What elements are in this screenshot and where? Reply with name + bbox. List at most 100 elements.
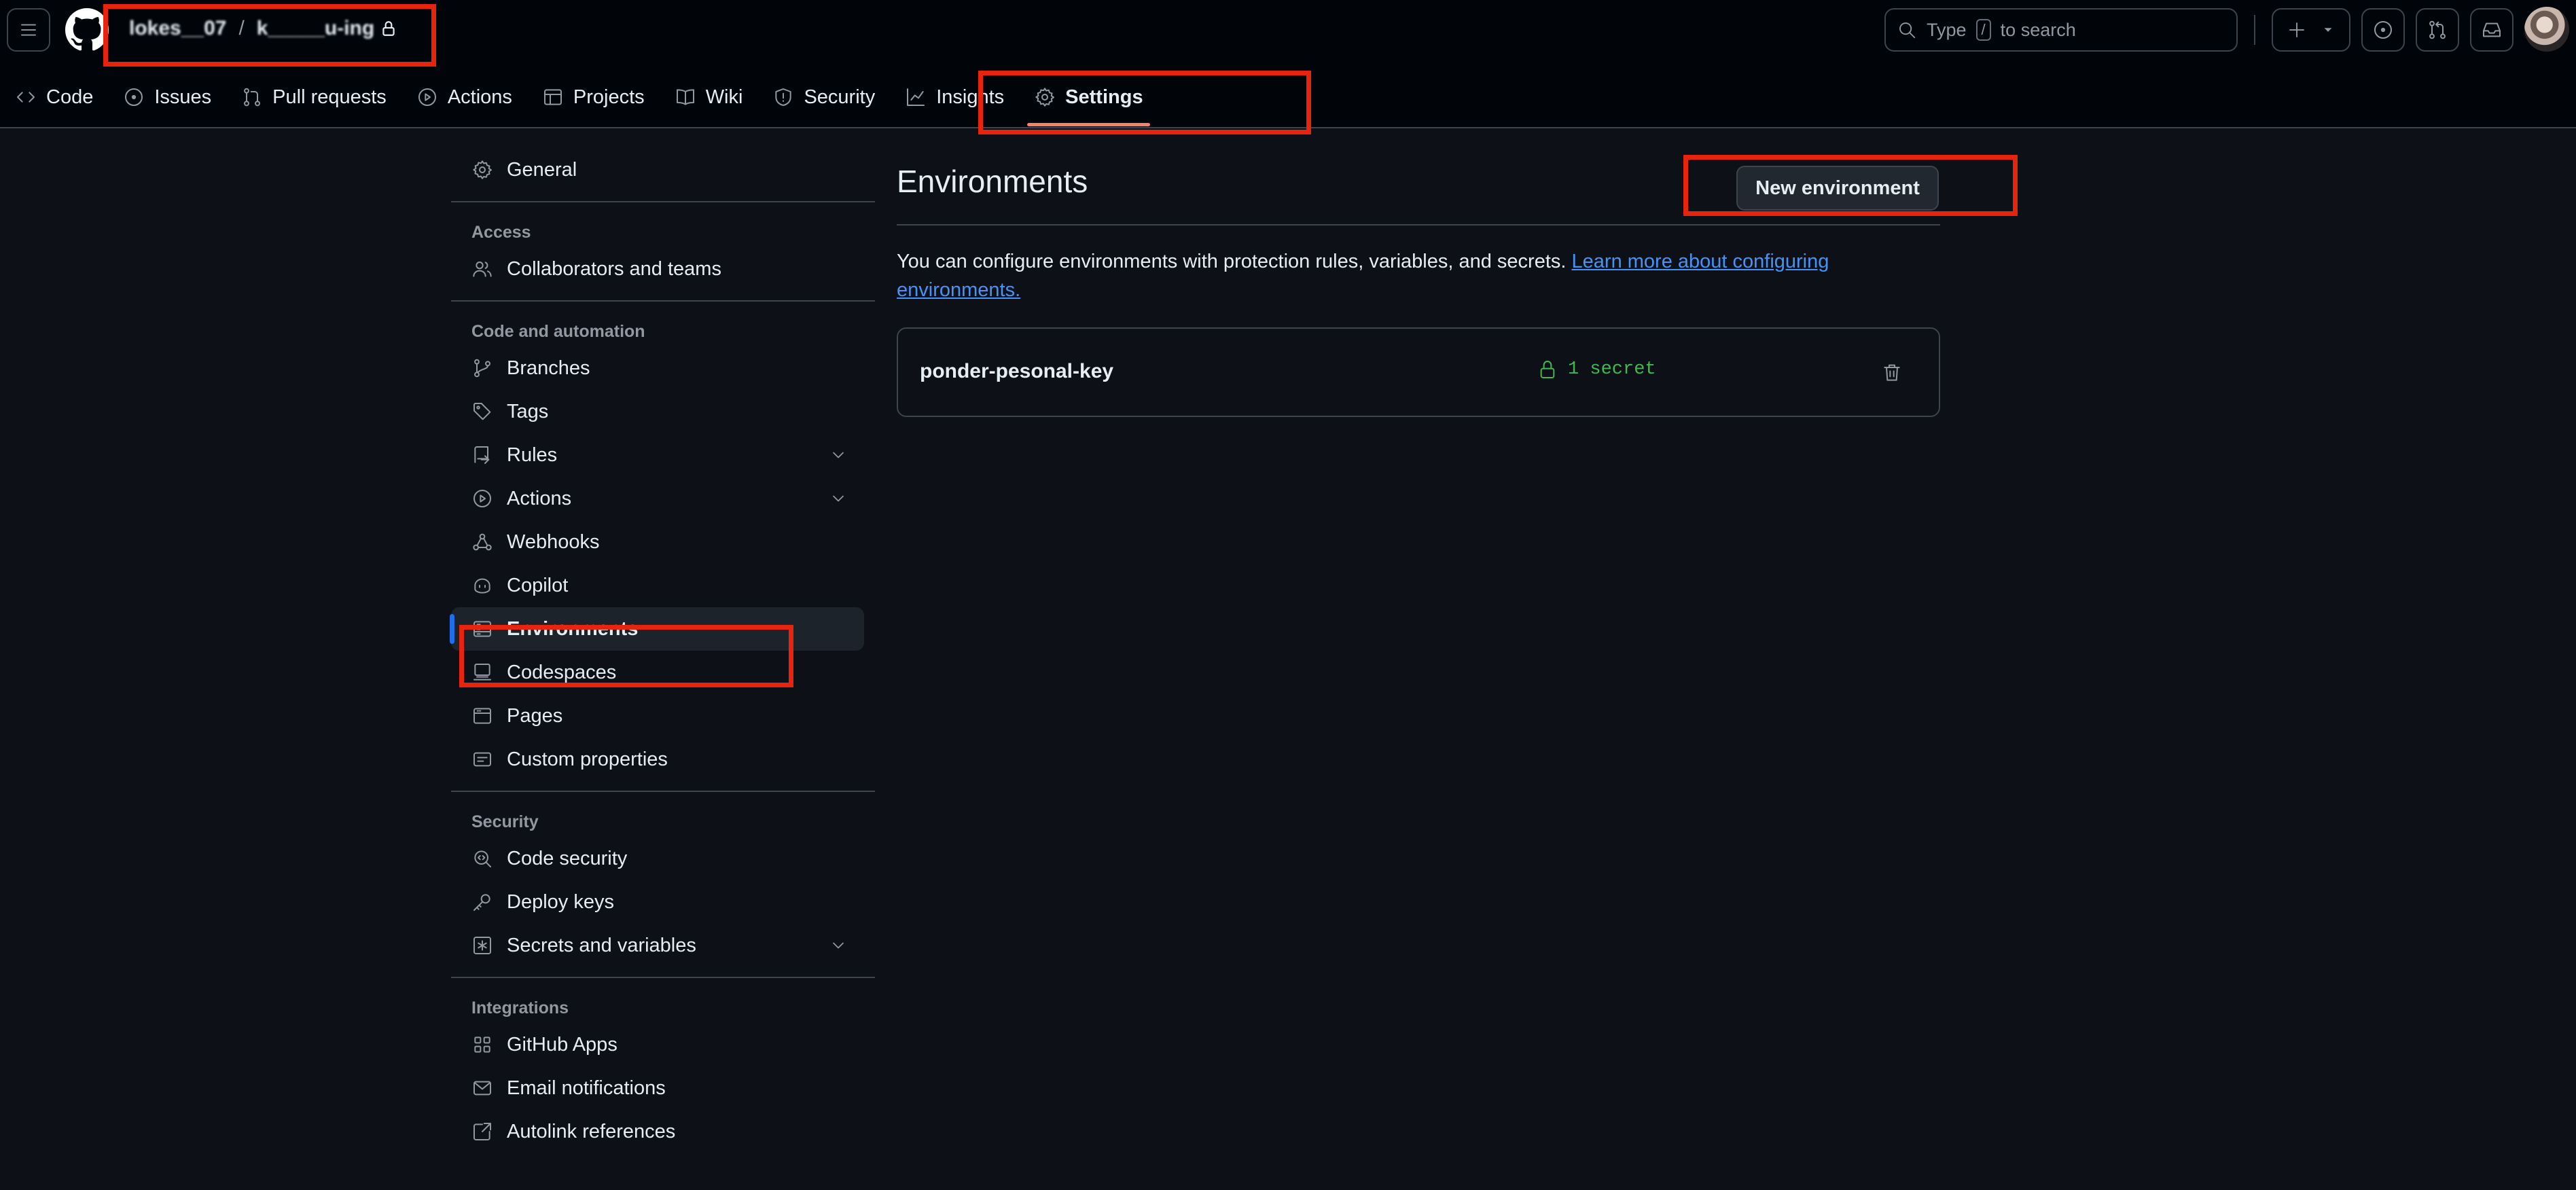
people-icon [471, 258, 493, 280]
sidebar-item-custom-properties[interactable]: Custom properties [451, 738, 875, 781]
page-title: Environments [897, 164, 1088, 199]
issue-opened-icon[interactable] [2361, 8, 2405, 52]
sidebar-item-codespaces[interactable]: Codespaces [451, 651, 875, 694]
search-icon [1897, 20, 1917, 40]
search-input[interactable]: Type / to search [1884, 8, 2238, 52]
inbox-icon[interactable] [2470, 8, 2514, 52]
sidebar-item-autolink-references[interactable]: Autolink references [451, 1110, 875, 1153]
sidebar-divider [451, 300, 875, 302]
sidebar-heading-security: Security [471, 812, 539, 831]
copilot-icon [471, 575, 493, 596]
sidebar-item-branches[interactable]: Branches [451, 346, 875, 390]
play-icon [416, 86, 438, 108]
environment-secrets-badge: 1 secret [1537, 359, 1656, 380]
create-new-button[interactable] [2272, 8, 2350, 52]
sidebar-item-environments[interactable]: Environments [450, 607, 864, 651]
settings-sidebar: General Access Collaborators and teams C… [450, 148, 875, 1153]
sidebar-item-label: Code security [507, 847, 628, 869]
chevron-down-icon[interactable] [829, 936, 848, 955]
lock-icon [1537, 359, 1558, 380]
sidebar-item-webhooks[interactable]: Webhooks [451, 520, 875, 564]
git-pull-request-icon[interactable] [2416, 8, 2459, 52]
tab-issues[interactable]: Issues [108, 68, 226, 126]
intro-text: You can configure environments with prot… [897, 247, 1875, 304]
search-shortcut-key: / [1975, 19, 1991, 41]
sidebar-item-label: Tags [507, 400, 549, 422]
book-icon [675, 86, 696, 108]
trash-icon[interactable] [1876, 357, 1908, 389]
sidebar-divider [451, 977, 875, 978]
sidebar-item-label: Deploy keys [507, 890, 614, 913]
tab-insights[interactable]: Insights [890, 68, 1019, 126]
sidebar-item-email-notifications[interactable]: Email notifications [451, 1066, 875, 1110]
sidebar-item-label: Secrets and variables [507, 934, 696, 956]
tab-wiki[interactable]: Wiki [660, 68, 758, 126]
sidebar-item-collaborators[interactable]: Collaborators and teams [451, 247, 875, 291]
key-icon [471, 891, 493, 913]
cross-reference-icon [471, 1121, 493, 1142]
tab-label: Actions [447, 86, 512, 108]
chevron-down-icon[interactable] [829, 446, 848, 465]
tab-security[interactable]: Security [757, 68, 890, 126]
sidebar-item-general[interactable]: General [451, 148, 875, 192]
tab-label: Code [46, 86, 94, 108]
sidebar-item-label: Email notifications [507, 1077, 666, 1099]
tab-label: Settings [1065, 86, 1143, 108]
environment-name-link[interactable]: ponder-pesonal-key [920, 360, 1113, 383]
breadcrumb-separator: / [238, 17, 245, 39]
intro-description: You can configure environments with prot… [897, 251, 1572, 272]
header-divider [2254, 15, 2255, 45]
sidebar-item-secrets-variables[interactable]: Secrets and variables [451, 924, 875, 967]
sidebar-item-github-apps[interactable]: GitHub Apps [451, 1023, 875, 1066]
hamburger-icon[interactable] [7, 8, 50, 52]
sidebar-item-actions[interactable]: Actions [451, 477, 875, 520]
sidebar-item-tags[interactable]: Tags [451, 390, 875, 433]
mail-icon [471, 1077, 493, 1099]
sidebar-item-rules[interactable]: Rules [451, 433, 875, 477]
tab-label: Security [804, 86, 876, 108]
tab-pull-requests[interactable]: Pull requests [226, 68, 401, 126]
tag-icon [471, 401, 493, 422]
sidebar-item-label: Actions [507, 487, 572, 509]
title-divider [897, 224, 1940, 226]
tab-label: Pull requests [272, 86, 387, 108]
tab-code[interactable]: Code [0, 68, 108, 126]
sidebar-heading-access: Access [471, 222, 531, 242]
sidebar-item-label: Branches [507, 357, 590, 379]
sidebar-item-label: Webhooks [507, 530, 600, 553]
avatar[interactable] [2524, 7, 2569, 52]
tab-label: Wiki [705, 86, 743, 108]
webhook-icon [471, 531, 493, 553]
sidebar-item-pages[interactable]: Pages [451, 694, 875, 738]
server-icon [471, 618, 493, 640]
new-environment-button[interactable]: New environment [1736, 166, 1939, 211]
issue-opened-icon [123, 86, 145, 108]
github-logo-icon[interactable] [65, 8, 109, 52]
tab-projects[interactable]: Projects [527, 68, 660, 126]
tab-label: Insights [936, 86, 1005, 108]
repo-name-link[interactable]: k_____u-ing [257, 17, 374, 40]
environment-list-item: ponder-pesonal-key 1 secret [897, 327, 1940, 417]
sidebar-item-code-security[interactable]: Code security [451, 837, 875, 880]
code-icon [15, 86, 37, 108]
codespaces-icon [471, 662, 493, 683]
git-pull-request-icon [241, 86, 263, 108]
triangle-down-icon [2321, 22, 2336, 37]
sidebar-item-label: General [507, 158, 577, 181]
codescan-icon [471, 848, 493, 869]
note-icon [471, 749, 493, 770]
gear-icon [1034, 86, 1056, 108]
repo-owner-link[interactable]: lokes__07 [129, 17, 226, 40]
sidebar-item-label: Autolink references [507, 1120, 676, 1142]
sidebar-item-copilot[interactable]: Copilot [451, 564, 875, 607]
tab-actions[interactable]: Actions [401, 68, 527, 126]
plus-icon [2287, 20, 2307, 40]
sidebar-item-deploy-keys[interactable]: Deploy keys [451, 880, 875, 924]
browser-icon [471, 705, 493, 727]
sidebar-item-label: Custom properties [507, 748, 668, 770]
repo-push-icon [471, 444, 493, 466]
tab-settings[interactable]: Settings [1019, 68, 1158, 126]
chevron-down-icon[interactable] [829, 489, 848, 508]
app-header: lokes__07 / k_____u-ing Type / to search [0, 0, 2576, 128]
secret-count: 1 secret [1568, 359, 1656, 380]
